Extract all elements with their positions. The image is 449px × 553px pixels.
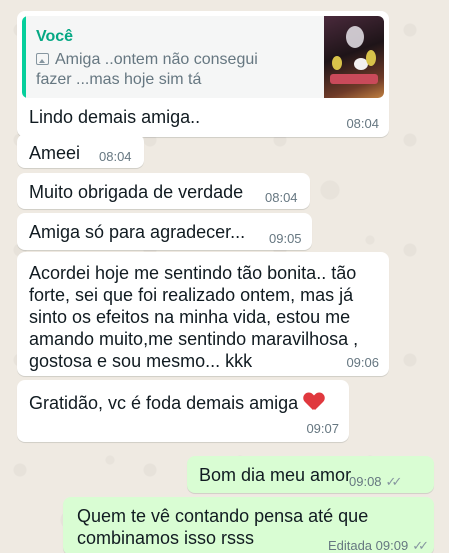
message-time: 09:08 bbox=[349, 474, 382, 489]
message-time: 08:04 bbox=[265, 190, 298, 205]
message-text: Quem te vê contando pensa até que combin… bbox=[77, 505, 368, 549]
message-text: Gratidão, vc é foda demais amiga bbox=[29, 392, 324, 414]
message-bubble[interactable]: Gratidão, vc é foda demais amiga 09:07 bbox=[17, 380, 349, 442]
quoted-message[interactable]: Você Amiga ..ontem não consegui fazer ..… bbox=[22, 16, 384, 98]
message-time: 09:06 bbox=[346, 355, 379, 370]
message-time: 09:05 bbox=[269, 231, 302, 246]
message-text: Acordei hoje me sentindo tão bonita.. tã… bbox=[29, 262, 391, 372]
message-line: forte, sei que foi realizado ontem, mas … bbox=[29, 285, 354, 305]
message-text: Muito obrigada de verdade bbox=[29, 182, 244, 202]
message-text: Ameei bbox=[29, 143, 81, 163]
message-line: combinamos isso rsss bbox=[77, 528, 255, 548]
message-line: amando muito,me sentindo maravilhosa , bbox=[29, 329, 359, 349]
image-icon bbox=[36, 53, 49, 65]
message-line: Acordei hoje me sentindo tão bonita.. tã… bbox=[29, 263, 357, 283]
message-line: gostosa e sou mesmo... kkk bbox=[29, 351, 253, 371]
message-time: 09:09 bbox=[375, 538, 409, 553]
message-line: sinto os efeitos na minha vida, estou me bbox=[29, 307, 351, 327]
chat-area[interactable]: Você Amiga ..ontem não consegui fazer ..… bbox=[0, 0, 449, 553]
thumbnail-candle bbox=[366, 50, 376, 66]
thumbnail-cloth bbox=[330, 74, 378, 84]
read-ticks-icon: ✓✓ bbox=[385, 474, 403, 489]
quoted-author: Você bbox=[36, 28, 74, 45]
quoted-image-thumbnail[interactable] bbox=[324, 16, 384, 98]
message-meta: 09:08 ✓✓ bbox=[349, 474, 403, 489]
edited-label: Editada bbox=[327, 538, 373, 553]
message-text: Bom dia meu amor bbox=[199, 465, 352, 485]
message-text-content: Gratidão, vc é foda demais amiga bbox=[29, 393, 299, 413]
message-text: Amiga só para agradecer... bbox=[29, 222, 246, 242]
message-time: 08:04 bbox=[99, 149, 132, 164]
quote-accent-bar bbox=[22, 16, 26, 98]
read-ticks-icon: ✓✓ bbox=[412, 538, 429, 553]
message-text: Lindo demais amiga.. bbox=[29, 107, 201, 127]
message-time: 08:04 bbox=[346, 116, 379, 131]
thumbnail-candle bbox=[332, 56, 342, 70]
outgoing-message-bubble[interactable]: Quem te vê contando pensa até que combin… bbox=[63, 497, 434, 553]
quoted-line-1: Amiga ..ontem não consegui bbox=[55, 51, 258, 68]
red-heart-emoji bbox=[304, 393, 324, 411]
message-bubble[interactable]: Amiga só para agradecer... 09:05 bbox=[17, 213, 312, 250]
reply-message-bubble[interactable]: Você Amiga ..ontem não consegui fazer ..… bbox=[17, 11, 389, 137]
thumbnail-figure bbox=[346, 26, 364, 48]
quoted-text: Amiga ..ontem não consegui fazer ...mas … bbox=[36, 50, 316, 90]
message-bubble[interactable]: Acordei hoje me sentindo tão bonita.. tã… bbox=[17, 252, 389, 376]
outgoing-message-bubble[interactable]: Bom dia meu amor 09:08 ✓✓ bbox=[187, 456, 434, 493]
message-bubble[interactable]: Ameei 08:04 bbox=[17, 134, 144, 168]
message-bubble[interactable]: Muito obrigada de verdade 08:04 bbox=[17, 173, 310, 209]
message-time: 09:07 bbox=[306, 421, 339, 436]
message-line: Quem te vê contando pensa até que bbox=[77, 506, 369, 526]
message-meta: Editada 09:09 ✓✓ bbox=[327, 538, 429, 553]
quoted-line-2: fazer ...mas hoje sim tá bbox=[36, 71, 202, 88]
